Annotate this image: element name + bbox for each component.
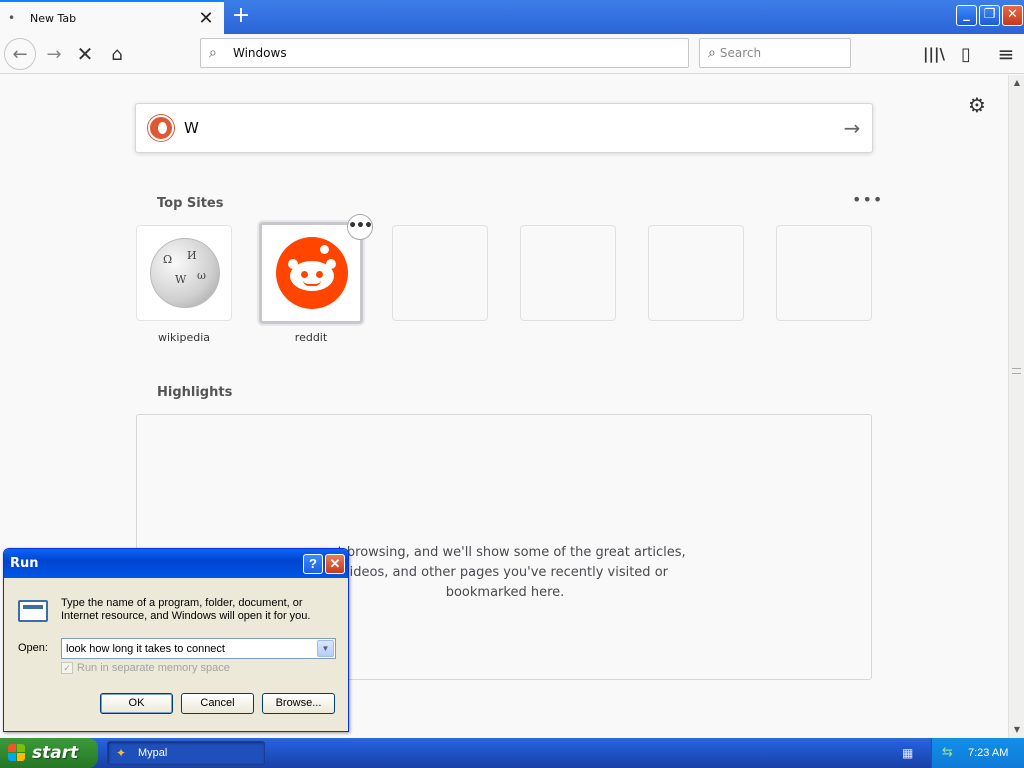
minimize-button[interactable]: _: [956, 5, 977, 26]
system-tray: ⇆ 7:23 AM: [931, 738, 1024, 768]
top-site-empty[interactable]: [776, 225, 872, 321]
scroll-down-icon[interactable]: ▼: [1009, 722, 1024, 738]
start-label: start: [32, 743, 79, 763]
new-tab-button[interactable]: +: [228, 4, 254, 30]
help-button[interactable]: ?: [303, 554, 323, 574]
cancel-button[interactable]: Cancel: [181, 693, 254, 714]
highlights-title[interactable]: Highlights: [157, 385, 232, 400]
scroll-up-icon[interactable]: ▲: [1009, 75, 1024, 91]
tab-new-tab[interactable]: • New Tab ✕: [0, 0, 224, 34]
page-search-input[interactable]: W: [184, 119, 832, 137]
mypal-icon: ✦: [116, 746, 127, 760]
library-button[interactable]: |||\: [918, 38, 950, 70]
navigation-toolbar: ← → ✕ ⌂ ⌕ ⌕ |||\ ▯ ≡: [0, 34, 1024, 74]
top-site-empty[interactable]: [520, 225, 616, 321]
top-site-reddit[interactable]: [259, 222, 363, 324]
keyboard-icon[interactable]: ▦: [902, 746, 918, 760]
top-site-label: reddit: [294, 331, 328, 344]
open-combobox[interactable]: ▼: [61, 638, 336, 659]
stop-button[interactable]: ✕: [69, 38, 101, 70]
search-icon: ⌕: [209, 45, 217, 61]
search-bar[interactable]: ⌕: [699, 38, 870, 68]
taskbar: start ✦ Mypal ▦ ⇆ 7:23 AM: [0, 738, 1024, 768]
ok-button[interactable]: OK: [100, 693, 173, 714]
run-description: Type the name of a program, folder, docu…: [61, 597, 311, 622]
home-button[interactable]: ⌂: [101, 38, 133, 70]
reddit-icon: [276, 237, 348, 309]
browse-button[interactable]: Browse...: [262, 693, 335, 714]
search-icon: ⌕: [708, 45, 716, 61]
run-dialog: Run ? ✕ Type the name of a program, fold…: [3, 548, 349, 732]
close-window-button[interactable]: ✕: [1002, 5, 1023, 26]
clock[interactable]: 7:23 AM: [968, 747, 1008, 759]
browser-titlebar: • New Tab ✕ + _ ❐ ✕: [0, 0, 1024, 34]
gear-icon[interactable]: ⚙: [965, 93, 989, 117]
separate-memory-checkbox-row: ✓ Run in separate memory space: [61, 662, 230, 674]
top-site-label: wikipedia: [157, 331, 210, 344]
network-icon[interactable]: ⇆: [942, 745, 958, 761]
duckduckgo-icon: [148, 115, 174, 141]
chevron-down-icon[interactable]: ▼: [317, 640, 334, 657]
top-site-wikipedia[interactable]: Ω И W ω: [136, 225, 232, 321]
start-button[interactable]: start: [0, 738, 98, 768]
run-dialog-title: Run: [10, 556, 39, 571]
url-input[interactable]: [233, 46, 688, 60]
run-dialog-titlebar[interactable]: Run ? ✕: [4, 549, 348, 578]
run-program-icon: [18, 600, 48, 622]
restore-button[interactable]: ❐: [979, 5, 1000, 26]
arrow-right-icon[interactable]: →: [832, 116, 872, 140]
top-site-empty[interactable]: [392, 225, 488, 321]
tab-close-icon[interactable]: ✕: [194, 6, 218, 30]
taskbar-item-label: Mypal: [138, 747, 168, 759]
page-search-box[interactable]: W →: [135, 103, 873, 153]
open-input[interactable]: [62, 642, 317, 655]
separate-memory-label: Run in separate memory space: [77, 662, 230, 674]
tab-title: New Tab: [30, 11, 77, 25]
forward-button[interactable]: →: [38, 38, 70, 70]
scrollbar-grip[interactable]: [1012, 368, 1021, 374]
tile-context-menu-icon[interactable]: •••: [347, 214, 373, 240]
back-button[interactable]: ←: [4, 38, 36, 70]
more-icon[interactable]: •••: [852, 190, 883, 209]
wikipedia-globe-icon: Ω И W ω: [150, 238, 220, 308]
address-bar[interactable]: ⌕: [200, 38, 689, 68]
windows-logo-icon: [8, 744, 26, 762]
top-sites-title[interactable]: Top Sites: [157, 196, 224, 211]
top-site-empty[interactable]: [648, 225, 744, 321]
taskbar-item-mypal[interactable]: ✦ Mypal: [107, 741, 265, 765]
menu-button[interactable]: ≡: [990, 38, 1022, 70]
open-label: Open:: [18, 642, 48, 654]
separate-memory-checkbox: ✓: [61, 662, 73, 674]
search-input[interactable]: [719, 46, 870, 60]
sidebar-button[interactable]: ▯: [950, 38, 982, 70]
run-close-button[interactable]: ✕: [325, 554, 345, 574]
dot-icon: •: [8, 11, 16, 25]
vertical-scrollbar[interactable]: ▲ ▼: [1008, 75, 1024, 738]
